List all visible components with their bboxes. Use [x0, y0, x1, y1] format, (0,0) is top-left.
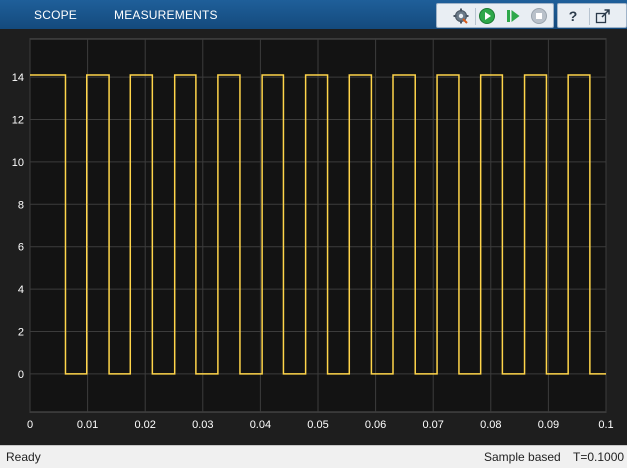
- x-tick-label: 0.09: [538, 419, 559, 431]
- x-tick-label: 0.02: [134, 419, 155, 431]
- y-tick-label: 6: [18, 242, 24, 254]
- status-time-text: T=0.1000: [573, 450, 625, 464]
- gear-settings-icon: [453, 8, 469, 24]
- tab-measurements[interactable]: MEASUREMENTS: [114, 0, 218, 29]
- scope-toolbar: SCOPE MEASUREMENTS ?: [0, 0, 627, 29]
- scope-plot[interactable]: 0 0.01 0.02 0.03 0.04 0.05 0.06 0.07 0.08 0.09 0.1…: [0, 29, 627, 445]
- x-tick-label: 0.05: [307, 419, 328, 431]
- y-tick-label: 4: [18, 284, 24, 296]
- x-tick-label: 0.07: [422, 419, 443, 431]
- stop-button[interactable]: [529, 6, 549, 26]
- x-tick-label: 0: [27, 419, 33, 431]
- step-forward-icon: [507, 10, 520, 22]
- y-tick-label: 8: [18, 199, 24, 211]
- x-tick-label: 0.04: [250, 419, 271, 431]
- undock-icon: [595, 9, 610, 24]
- simulation-controls: [436, 3, 554, 28]
- svg-text:?: ?: [569, 8, 578, 24]
- x-tick-label: 0.08: [480, 419, 501, 431]
- toolbar-separator: [475, 8, 476, 25]
- status-mode-text: Sample based: [484, 450, 561, 464]
- scope-plot-area: 0 0.01 0.02 0.03 0.04 0.05 0.06 0.07 0.08 0.09 0.1…: [0, 29, 627, 445]
- settings-button[interactable]: [451, 6, 471, 26]
- x-tick-label: 0.03: [192, 419, 213, 431]
- toolbar-separator: [589, 8, 590, 25]
- play-icon: [479, 8, 495, 24]
- status-ready-text: Ready: [6, 450, 41, 464]
- x-tick-label: 0.01: [77, 419, 98, 431]
- tab-scope[interactable]: SCOPE: [34, 0, 77, 29]
- y-tick-label: 14: [12, 72, 24, 84]
- help-controls: ?: [557, 3, 627, 28]
- stop-icon: [531, 8, 547, 24]
- x-tick-label: 0.06: [365, 419, 386, 431]
- status-bar: Ready Sample based T=0.1000: [0, 445, 627, 468]
- y-tick-label: 12: [12, 115, 24, 127]
- question-icon: ?: [569, 8, 578, 24]
- help-button[interactable]: ?: [563, 6, 583, 26]
- undock-button[interactable]: [593, 6, 613, 26]
- y-tick-label: 2: [18, 326, 24, 338]
- y-tick-label: 0: [18, 369, 24, 381]
- step-forward-button[interactable]: [503, 6, 523, 26]
- y-tick-label: 10: [12, 157, 24, 169]
- x-tick-label: 0.1: [598, 419, 613, 431]
- run-button[interactable]: [477, 6, 497, 26]
